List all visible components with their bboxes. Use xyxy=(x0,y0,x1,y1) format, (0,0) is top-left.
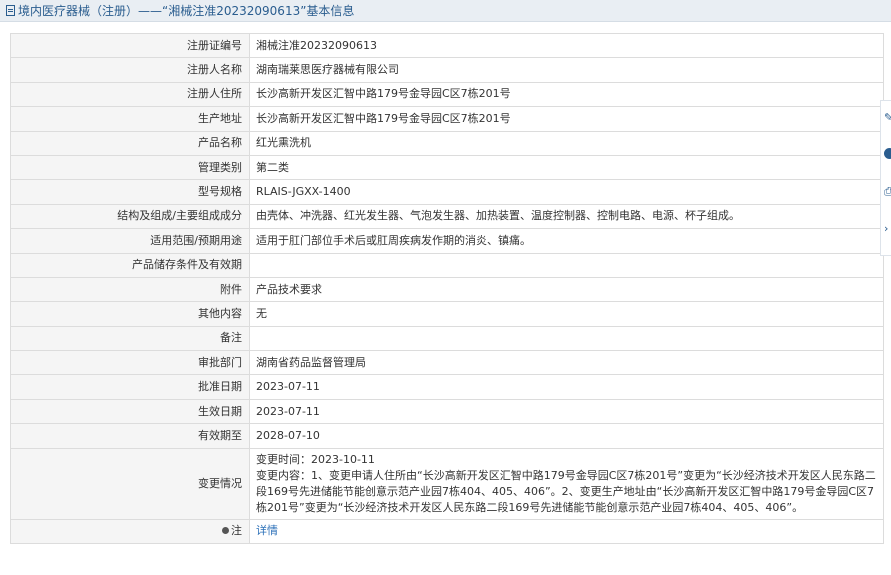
change-label: 变更情况 xyxy=(10,447,250,520)
row-label: 结构及组成/主要组成成分 xyxy=(10,203,250,230)
row-label: 审批部门 xyxy=(10,350,250,376)
row-label: 产品名称 xyxy=(10,130,250,156)
table-row: 生效日期 2023-07-11 xyxy=(10,398,884,425)
row-label: 管理类别 xyxy=(10,154,250,181)
row-label: 产品储存条件及有效期 xyxy=(10,252,250,278)
row-value: 2028-07-10 xyxy=(249,423,884,449)
row-label: 适用范围/预期用途 xyxy=(10,228,250,254)
change-time: 变更时间：2023-10-11 xyxy=(256,452,375,466)
table-row: 注册人名称 湖南瑞莱思医疗器械有限公司 xyxy=(10,57,884,83)
pin-icon xyxy=(222,526,229,534)
row-label: 注册人住所 xyxy=(10,81,250,108)
table-row: 产品储存条件及有效期 xyxy=(10,252,884,278)
side-toolbar: ✎ ⎙ › xyxy=(880,100,891,256)
header-prefix: 境内医疗器械（注册） xyxy=(18,4,139,18)
note-label: 注 xyxy=(231,524,242,538)
print-icon[interactable]: ⎙ xyxy=(884,185,891,199)
row-value: 无 xyxy=(249,301,884,327)
chevron-right-icon[interactable]: › xyxy=(884,222,891,236)
row-value: 2023-07-11 xyxy=(249,374,884,400)
change-value: 变更时间：2023-10-11 变更内容：1、变更申请人住所由“长沙高新开发区汇… xyxy=(249,447,884,520)
header-title: “湘械注准20232090613”基本信息 xyxy=(162,4,355,18)
row-label: 生效日期 xyxy=(10,398,250,425)
table-row: 其他内容无 xyxy=(10,301,884,327)
row-value: RLAIS-JGXX-1400 xyxy=(249,179,884,205)
row-value: 湘械注准20232090613 xyxy=(249,32,884,59)
row-value: 2023-07-11 xyxy=(249,398,884,425)
table-row: 管理类别 第二类 xyxy=(10,154,884,181)
row-value: 红光熏洗机 xyxy=(249,130,884,156)
row-value: 产品技术要求 xyxy=(249,276,884,303)
row-value: 长沙高新开发区汇智中路179号金导园C区7栋201号 xyxy=(249,106,884,132)
row-label: 备注 xyxy=(10,325,250,352)
row-label: 型号规格 xyxy=(10,179,250,205)
row-label: 注册人名称 xyxy=(10,57,250,83)
table-row: 产品名称 红光熏洗机 xyxy=(10,130,884,156)
row-value: 湖南瑞莱思医疗器械有限公司 xyxy=(249,57,884,83)
details-link[interactable]: 详情 xyxy=(256,524,278,537)
page-header: 境内医疗器械（注册） —— “湘械注准20232090613”基本信息 xyxy=(0,0,891,22)
note-label-cell: 注 xyxy=(10,518,250,545)
header-separator: —— xyxy=(138,3,163,18)
row-label: 注册证编号 xyxy=(10,32,250,59)
table-row: 批准日期 2023-07-11 xyxy=(10,374,884,400)
change-content: 变更内容：1、变更申请人住所由“长沙高新开发区汇智中路179号金导园C区7栋20… xyxy=(256,468,876,514)
row-value xyxy=(249,252,884,278)
registration-detail-table: 注册证编号 湘械注准20232090613 注册人名称 湖南瑞莱思医疗器械有限公司 … xyxy=(10,32,884,545)
table-row: 注册人住所 长沙高新开发区汇智中路179号金导园C区7栋201号 xyxy=(10,81,884,108)
row-value: 由壳体、冲洗器、红光发生器、气泡发生器、加热装置、温度控制器、控制电路、电源、杯… xyxy=(249,203,884,230)
row-value xyxy=(249,325,884,352)
row-label: 批准日期 xyxy=(10,374,250,400)
row-label: 其他内容 xyxy=(10,301,250,327)
table-row: 型号规格 RLAIS-JGXX-1400 xyxy=(10,179,884,205)
edit-icon[interactable]: ✎ xyxy=(884,111,891,125)
note-row: 注 详情 xyxy=(10,518,884,545)
table-row: 审批部门 湖南省药品监督管理局 xyxy=(10,350,884,376)
row-value: 长沙高新开发区汇智中路179号金导园C区7栋201号 xyxy=(249,81,884,108)
table-row: 附件 产品技术要求 xyxy=(10,276,884,303)
table-row: 备注 xyxy=(10,325,884,352)
table-row: 注册证编号 湘械注准20232090613 xyxy=(10,32,884,59)
row-label: 生产地址 xyxy=(10,106,250,132)
document-icon xyxy=(6,5,15,16)
row-label: 有效期至 xyxy=(10,423,250,449)
row-value: 湖南省药品监督管理局 xyxy=(249,350,884,376)
row-label: 附件 xyxy=(10,276,250,303)
note-value: 详情 xyxy=(249,518,884,545)
row-value: 第二类 xyxy=(249,154,884,181)
row-value: 适用于肛门部位手术后或肛周疾病发作期的消炎、镇痛。 xyxy=(249,228,884,254)
table-row: 适用范围/预期用途 适用于肛门部位手术后或肛周疾病发作期的消炎、镇痛。 xyxy=(10,228,884,254)
table-row: 结构及组成/主要组成成分 由壳体、冲洗器、红光发生器、气泡发生器、加热装置、温度控… xyxy=(10,203,884,230)
change-history-row: 变更情况 变更时间：2023-10-11 变更内容：1、变更申请人住所由“长沙高… xyxy=(10,447,884,520)
help-icon[interactable] xyxy=(884,148,891,162)
table-row: 有效期至 2028-07-10 xyxy=(10,423,884,449)
table-row: 生产地址 长沙高新开发区汇智中路179号金导园C区7栋201号 xyxy=(10,106,884,132)
